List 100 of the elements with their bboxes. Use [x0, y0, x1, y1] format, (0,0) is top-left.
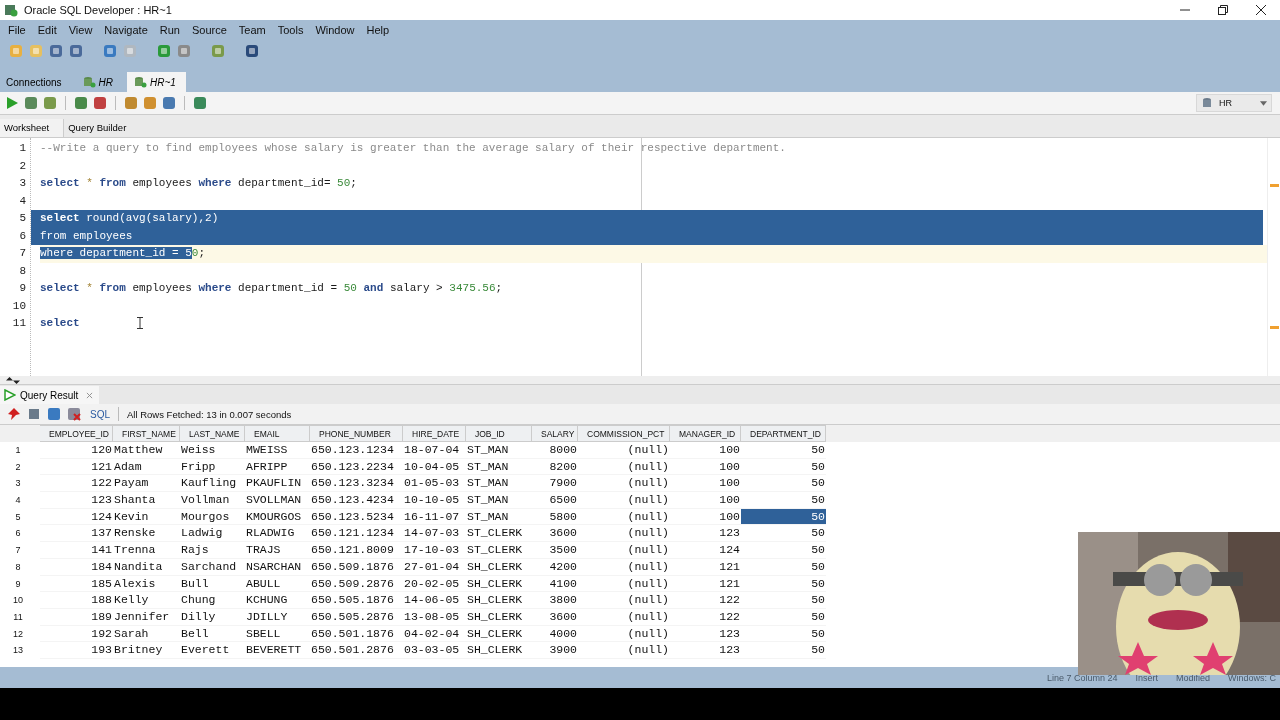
code-text: employees — [131, 177, 193, 189]
table-cell: 650.501.1876 — [310, 625, 403, 643]
table-cell: SH_CLERK — [466, 625, 532, 643]
table-cell: ST_MAN — [466, 508, 532, 526]
column-header[interactable]: MANAGER_ID — [670, 425, 741, 442]
table-cell: 123 — [670, 642, 741, 659]
column-header[interactable]: COMMISSION_PCT — [578, 425, 670, 442]
table-cell: Rajs — [180, 542, 245, 559]
table-cell: 18-07-04 — [403, 442, 466, 459]
table-cell: 137 — [40, 525, 113, 543]
row-number: 7 — [14, 544, 22, 558]
code-text: salary > — [389, 282, 444, 294]
table-cell: Bull — [180, 575, 245, 593]
status-text: Modified — [1175, 672, 1210, 683]
table-cell: 650.123.1234 — [310, 442, 403, 459]
table-cell: 650.123.5234 — [310, 508, 403, 526]
table-cell: Kevin — [113, 508, 180, 526]
code-text: employees — [131, 282, 193, 294]
status-text: Line 7 Column 24 — [1046, 672, 1118, 683]
table-cell: 50 — [741, 625, 826, 643]
table-cell: 123 — [670, 625, 741, 643]
table-cell: Vollman — [180, 492, 245, 509]
column-header[interactable]: PHONE_NUMBER — [310, 425, 403, 442]
table-cell: 5800 — [532, 508, 578, 526]
table-cell: Payam — [113, 475, 180, 493]
menu-item[interactable]: Navigate — [98, 24, 154, 36]
code-text: department_id= — [237, 177, 332, 189]
table-cell: 650.123.2234 — [310, 458, 403, 476]
menu-item[interactable]: Source — [185, 24, 233, 36]
row-number: 3 — [14, 477, 22, 491]
table-cell: Everett — [180, 642, 245, 659]
menu-item[interactable]: Help — [360, 24, 396, 36]
row-number: 9 — [14, 577, 22, 591]
table-cell: 193 — [40, 642, 113, 659]
run-icon[interactable] — [4, 95, 20, 111]
menu-item[interactable]: Tools — [271, 24, 310, 36]
table-cell: 189 — [40, 608, 113, 626]
menu-item[interactable]: View — [62, 24, 99, 36]
table-cell: 122 — [670, 592, 741, 609]
column-header[interactable]: DEPARTMENT_ID — [741, 425, 826, 442]
table-cell: 27-01-04 — [403, 558, 466, 576]
table-cell: 3600 — [532, 525, 578, 543]
table-cell: Sarah — [113, 625, 180, 643]
menu-item[interactable]: File — [2, 24, 32, 36]
line-number: 3 — [19, 177, 26, 189]
table-cell: SH_CLERK — [466, 642, 532, 659]
table-cell: SBELL — [245, 625, 310, 643]
table-cell: 01-05-03 — [403, 475, 466, 493]
row-number: 5 — [14, 510, 22, 524]
row-number: 1 — [14, 444, 22, 457]
document-tab[interactable]: HR~1 — [127, 72, 186, 92]
table-cell: ST_CLERK — [466, 542, 532, 559]
table-cell: 122 — [670, 608, 741, 626]
code-text: and — [362, 282, 385, 294]
table-cell: 192 — [40, 625, 113, 643]
close-icon[interactable] — [1256, 5, 1266, 15]
collapse-arrows-icon[interactable] — [4, 376, 22, 384]
table-cell: SVOLLMAN — [245, 492, 310, 509]
menu-item[interactable]: Edit — [31, 24, 63, 36]
code-text: * — [85, 177, 94, 189]
text-cursor-icon — [137, 317, 143, 329]
column-header[interactable]: LAST_NAME — [180, 425, 245, 442]
line-number: 8 — [19, 264, 26, 277]
table-cell: 50 — [741, 475, 826, 493]
menu-item[interactable]: Team — [232, 24, 272, 36]
restore-icon[interactable] — [1218, 5, 1228, 15]
editor-tab[interactable]: Query Builder — [64, 119, 141, 137]
connection-dropdown[interactable]: HR — [1196, 94, 1272, 112]
column-header[interactable]: HIRE_DATE — [403, 425, 466, 442]
table-cell: 650.121.1234 — [310, 525, 403, 543]
column-header[interactable]: JOB_ID — [466, 425, 532, 442]
table-cell: 121 — [670, 575, 741, 593]
code-text: from employees — [40, 229, 133, 242]
document-tab[interactable]: HR — [75, 72, 124, 92]
table-cell: Ladwig — [180, 525, 245, 543]
menu-item[interactable]: Window — [309, 24, 361, 36]
table-cell: 185 — [40, 575, 113, 593]
status-text: Windows: C — [1228, 672, 1276, 683]
table-cell: (null) — [578, 492, 670, 509]
column-header[interactable]: FIRST_NAME — [113, 425, 180, 442]
table-cell: 50 — [741, 542, 826, 559]
menu-item[interactable]: Run — [153, 24, 186, 36]
column-header[interactable]: EMPLOYEE_ID — [40, 425, 113, 442]
editor-tab[interactable]: Worksheet — [0, 119, 65, 137]
table-cell: ST_MAN — [466, 475, 532, 493]
column-header[interactable]: EMAIL — [245, 425, 310, 442]
code-text: select — [40, 317, 80, 329]
table-cell: Bell — [180, 625, 245, 643]
pin-icon[interactable] — [6, 406, 22, 422]
sql-link[interactable]: SQL — [90, 408, 110, 420]
table-cell: 10-04-05 — [403, 458, 466, 476]
table-cell: 124 — [670, 542, 741, 559]
table-cell: Kaufling — [180, 475, 245, 493]
table-cell: 20-02-05 — [403, 575, 466, 593]
table-cell: SH_CLERK — [466, 558, 532, 576]
column-header[interactable]: SALARY — [532, 425, 578, 442]
document-tab[interactable]: Connections — [0, 72, 72, 92]
row-number: 11 — [12, 610, 24, 624]
result-tab[interactable]: Query Result — [0, 386, 100, 404]
code-text: from — [99, 177, 126, 189]
